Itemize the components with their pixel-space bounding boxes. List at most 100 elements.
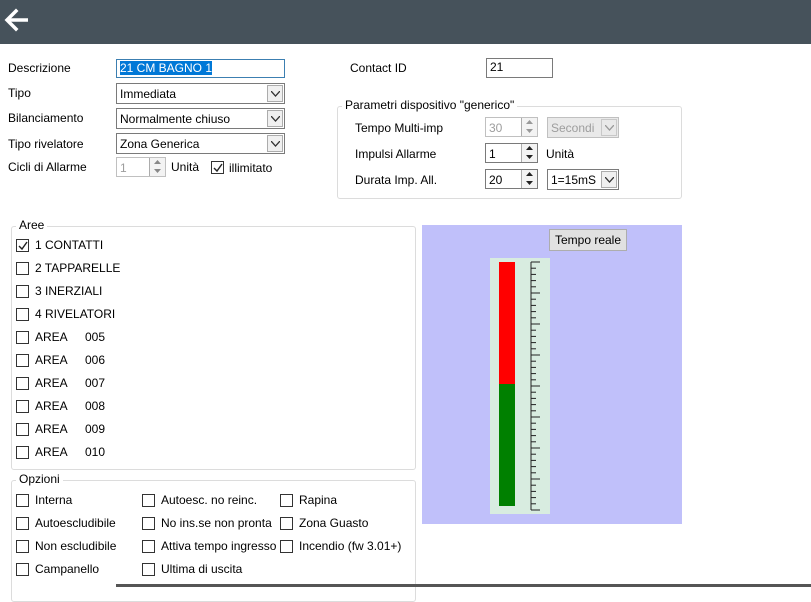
cicli-value: 1 <box>120 161 127 175</box>
option-label: Ultima di uscita <box>161 562 243 576</box>
descrizione-label: Descrizione <box>8 61 71 75</box>
level-gauge <box>490 258 550 514</box>
area-checkbox[interactable] <box>16 331 29 344</box>
option-checkbox[interactable] <box>280 540 293 553</box>
cicli-unit: Unità <box>171 160 200 174</box>
back-button[interactable] <box>4 7 30 33</box>
impulsi-stepper[interactable]: 1 <box>485 143 538 163</box>
bilanciamento-value: Normalmente chiuso <box>120 112 231 126</box>
impulsi-value: 1 <box>489 147 496 161</box>
area-label: 2 TAPPARELLE <box>35 261 121 275</box>
top-bar <box>0 0 811 44</box>
durata-stepper[interactable]: 20 <box>485 169 538 189</box>
area-label: AREA <box>35 399 68 413</box>
area-number: 006 <box>85 353 106 367</box>
multi-imp-value: 30 <box>489 121 503 135</box>
option-label: No ins.se non pronta <box>161 516 272 530</box>
chevron-down-icon <box>601 119 617 136</box>
arrow-left-icon <box>4 8 28 32</box>
chevron-down-icon <box>267 135 283 152</box>
area-label: 3 INERZIALI <box>35 284 103 298</box>
tipo-value: Immediata <box>120 87 177 101</box>
bilanciamento-select[interactable]: Normalmente chiuso <box>116 108 285 129</box>
bilanciamento-label: Bilanciamento <box>8 111 84 125</box>
checkmark-icon <box>213 163 223 173</box>
option-label: Zona Guasto <box>299 516 369 530</box>
multi-imp-unit-select[interactable]: Secondi <box>547 117 619 138</box>
option-label: Autoesc. no reinc. <box>161 493 258 507</box>
cicli-label: Cicli di Allarme <box>8 160 87 174</box>
area-label: AREA <box>35 376 68 390</box>
option-label: Attiva tempo ingresso 2 <box>161 539 287 553</box>
option-checkbox[interactable] <box>16 563 29 576</box>
chevron-down-icon <box>601 171 617 188</box>
area-checkbox[interactable] <box>16 400 29 413</box>
area-label: AREA <box>35 422 68 436</box>
illimitato-checkbox[interactable] <box>211 161 224 174</box>
chevron-down-icon <box>267 110 283 127</box>
option-checkbox[interactable] <box>142 540 155 553</box>
tipo-rivelatore-select[interactable]: Zona Generica <box>116 133 285 154</box>
area-label: AREA <box>35 330 68 344</box>
area-checkbox[interactable] <box>16 239 29 252</box>
area-label: AREA <box>35 445 68 459</box>
spin-down-icon[interactable] <box>150 167 165 176</box>
area-checkbox[interactable] <box>16 423 29 436</box>
parametri-title: Parametri dispositivo "generico" <box>342 98 518 112</box>
contact-id-field[interactable]: 21 <box>486 58 553 78</box>
spin-down-icon[interactable] <box>522 179 537 188</box>
area-checkbox[interactable] <box>16 446 29 459</box>
spin-down-icon[interactable] <box>522 153 537 162</box>
gauge-scale <box>530 261 540 511</box>
option-label: Autoescludibile <box>35 516 116 530</box>
chevron-down-icon <box>267 85 283 102</box>
multi-imp-unit: Secondi <box>551 121 595 135</box>
option-label: Interna <box>35 493 73 507</box>
contact-id-value: 21 <box>490 60 504 74</box>
option-checkbox[interactable] <box>142 517 155 530</box>
option-checkbox[interactable] <box>16 517 29 530</box>
opzioni-title: Opzioni <box>16 472 63 486</box>
area-number: 008 <box>85 399 106 413</box>
contact-id-label: Contact ID <box>350 61 407 75</box>
descrizione-value: 21 CM BAGNO 1 <box>120 61 213 75</box>
area-number: 010 <box>85 445 106 459</box>
tipo-select[interactable]: Immediata <box>116 83 285 104</box>
option-checkbox[interactable] <box>142 563 155 576</box>
area-number: 005 <box>85 330 106 344</box>
area-label: 4 RIVELATORI <box>35 307 116 321</box>
cicli-stepper[interactable]: 1 <box>116 157 166 177</box>
area-checkbox[interactable] <box>16 377 29 390</box>
descrizione-field[interactable]: 21 CM BAGNO 1 <box>116 59 285 78</box>
impulsi-label: Impulsi Allarme <box>355 147 437 161</box>
area-checkbox[interactable] <box>16 354 29 367</box>
tempo-reale-button[interactable]: Tempo reale <box>549 229 627 251</box>
area-label: 1 CONTATTI <box>35 238 104 252</box>
option-checkbox[interactable] <box>142 494 155 507</box>
area-checkbox[interactable] <box>16 285 29 298</box>
spin-down-icon[interactable] <box>522 127 537 136</box>
multi-imp-stepper[interactable]: 30 <box>485 117 538 137</box>
area-number: 007 <box>85 376 106 390</box>
option-label: Rapina <box>299 493 338 507</box>
illimitato-label: illimitato <box>229 161 273 175</box>
option-checkbox[interactable] <box>16 494 29 507</box>
durata-value: 20 <box>489 173 503 187</box>
option-checkbox[interactable] <box>280 494 293 507</box>
durata-unit: 1=15mS <box>551 173 597 187</box>
area-number: 009 <box>85 422 106 436</box>
option-label: Non escludibile <box>35 539 117 553</box>
area-checkbox[interactable] <box>16 262 29 275</box>
durata-label: Durata Imp. All. <box>355 173 438 187</box>
option-checkbox[interactable] <box>280 517 293 530</box>
impulsi-unit: Unità <box>546 147 575 161</box>
aree-title: Aree <box>16 218 48 232</box>
area-checkbox[interactable] <box>16 308 29 321</box>
option-label: Incendio (fw 3.01+) <box>299 539 402 553</box>
durata-unit-select[interactable]: 1=15mS <box>547 169 619 190</box>
multi-imp-label: Tempo Multi-imp <box>355 121 444 135</box>
option-label: Campanello <box>35 562 100 576</box>
tipo-rivelatore-label: Tipo rivelatore <box>8 137 84 151</box>
tipo-label: Tipo <box>8 86 31 100</box>
option-checkbox[interactable] <box>16 540 29 553</box>
